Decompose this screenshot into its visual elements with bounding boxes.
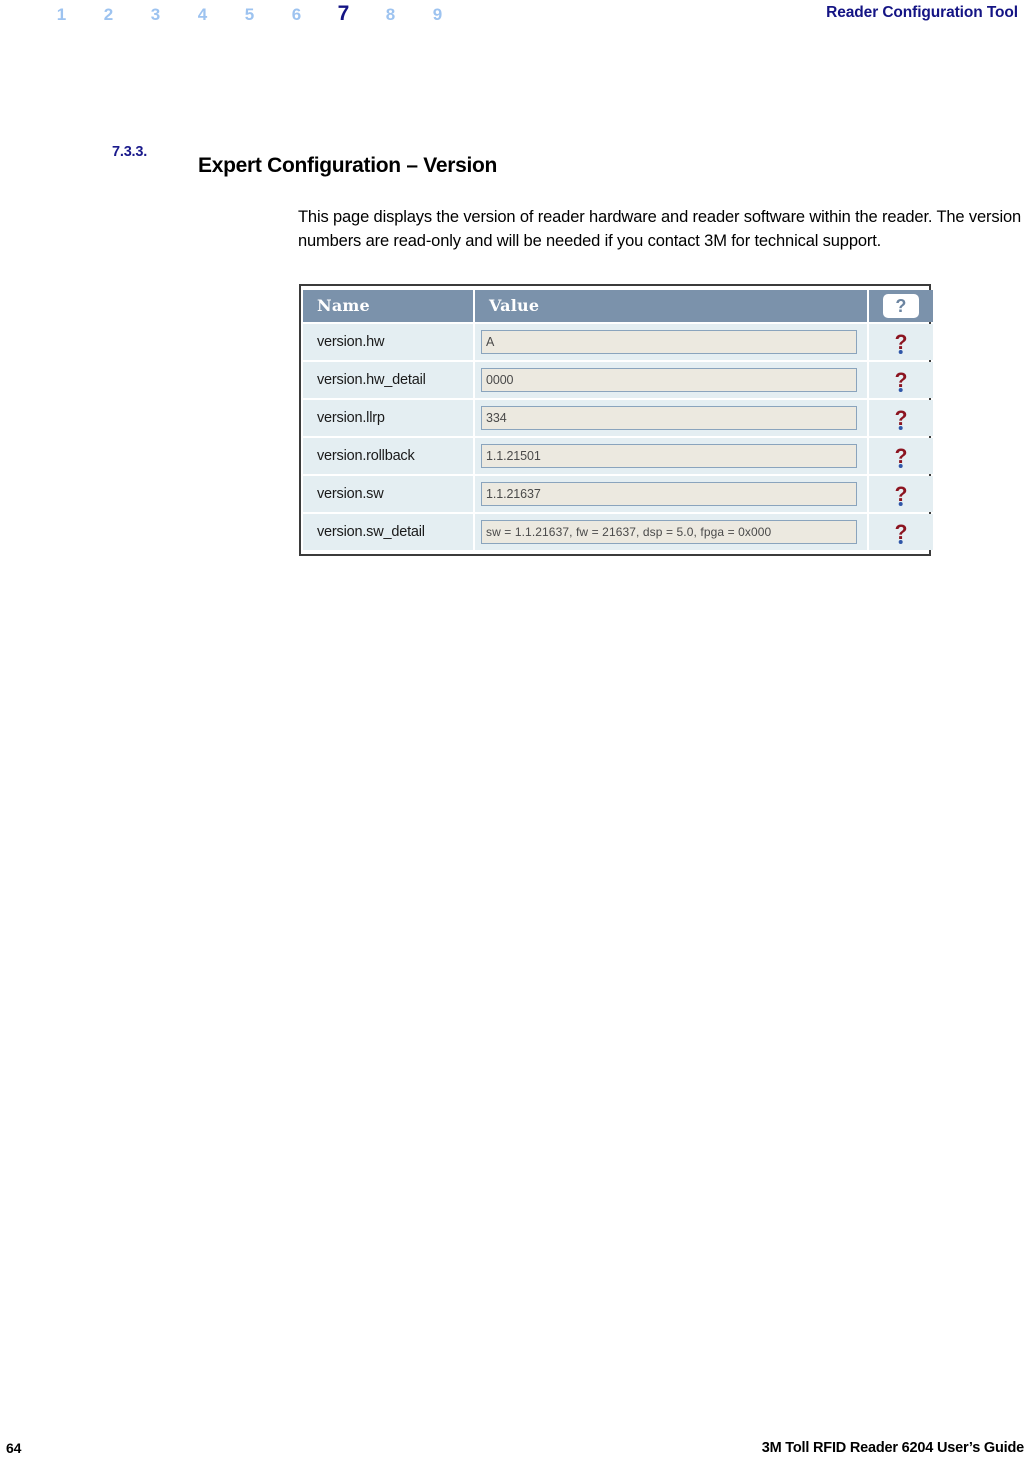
body-paragraph: This page displays the version of reader… [298, 207, 1022, 251]
chapter-tab-3[interactable]: 3 [132, 3, 179, 27]
chapter-tab-6[interactable]: 6 [273, 3, 320, 27]
chapter-tab-2[interactable]: 2 [85, 3, 132, 27]
chapter-tab-strip: 1 2 3 4 5 6 7 8 9 [38, 2, 461, 27]
row-label-version-sw: version.sw [303, 476, 473, 512]
value-input-version-hw[interactable]: A [481, 330, 857, 354]
value-input-version-hw-detail[interactable]: 0000 [481, 368, 857, 392]
column-header-help: ? [869, 290, 933, 322]
question-mark-icon[interactable]: ? [895, 446, 908, 467]
column-header-name: Name [303, 290, 473, 322]
chapter-tab-4[interactable]: 4 [179, 3, 226, 27]
question-mark-icon[interactable]: ? [895, 522, 908, 543]
row-value-cell: 1.1.21637 [475, 476, 867, 512]
row-label-version-sw-detail: version.sw_detail [303, 514, 473, 550]
row-help-cell: ? [869, 362, 933, 398]
table-row: version.rollback 1.1.21501 ? [303, 438, 933, 474]
table-row: version.sw_detail sw = 1.1.21637, fw = 2… [303, 514, 933, 550]
page-footer: 64 3M Toll RFID Reader 6204 User’s Guide [0, 1432, 1034, 1456]
question-mark-icon[interactable]: ? [895, 484, 908, 505]
chapter-tab-7[interactable]: 7 [320, 2, 367, 26]
chapter-tab-8[interactable]: 8 [367, 3, 414, 27]
section-number: 7.3.3. [112, 144, 148, 160]
question-mark-icon[interactable]: ? [895, 370, 908, 391]
chapter-tab-5[interactable]: 5 [226, 3, 273, 27]
row-label-version-rollback: version.rollback [303, 438, 473, 474]
table-row: version.llrp 334 ? [303, 400, 933, 436]
footer-page-number: 64 [6, 1440, 22, 1456]
row-help-cell: ? [869, 438, 933, 474]
chapter-tab-9[interactable]: 9 [414, 3, 461, 27]
table-row: version.sw 1.1.21637 ? [303, 476, 933, 512]
chapter-tab-1[interactable]: 1 [38, 3, 85, 27]
value-input-version-rollback[interactable]: 1.1.21501 [481, 444, 857, 468]
question-mark-icon[interactable]: ? [895, 408, 908, 429]
question-mark-icon[interactable]: ? [895, 332, 908, 353]
row-label-version-hw: version.hw [303, 324, 473, 360]
version-config-table: Name Value ? version.hw A ? version.hw_d… [303, 288, 933, 552]
row-value-cell: A [475, 324, 867, 360]
page-header: 1 2 3 4 5 6 7 8 9 Reader Configuration T… [0, 0, 1034, 44]
row-label-version-llrp: version.llrp [303, 400, 473, 436]
value-input-version-sw-detail[interactable]: sw = 1.1.21637, fw = 21637, dsp = 5.0, f… [481, 520, 857, 544]
row-help-cell: ? [869, 476, 933, 512]
row-label-version-hw-detail: version.hw_detail [303, 362, 473, 398]
help-button-icon[interactable]: ? [883, 294, 919, 318]
page-title: Expert Configuration – Version [198, 154, 498, 178]
screenshot-figure: Name Value ? version.hw A ? version.hw_d… [299, 284, 933, 556]
footer-guide-title: 3M Toll RFID Reader 6204 User’s Guide [761, 1440, 1024, 1456]
column-header-value: Value [475, 290, 867, 322]
table-header-row: Name Value ? [303, 290, 933, 322]
table-row: version.hw_detail 0000 ? [303, 362, 933, 398]
row-value-cell: 334 [475, 400, 867, 436]
value-input-version-sw[interactable]: 1.1.21637 [481, 482, 857, 506]
value-input-version-llrp[interactable]: 334 [481, 406, 857, 430]
header-title: Reader Configuration Tool [826, 4, 1018, 21]
table-row: version.hw A ? [303, 324, 933, 360]
row-help-cell: ? [869, 514, 933, 550]
row-value-cell: 1.1.21501 [475, 438, 867, 474]
row-help-cell: ? [869, 324, 933, 360]
row-value-cell: sw = 1.1.21637, fw = 21637, dsp = 5.0, f… [475, 514, 867, 550]
row-help-cell: ? [869, 400, 933, 436]
row-value-cell: 0000 [475, 362, 867, 398]
